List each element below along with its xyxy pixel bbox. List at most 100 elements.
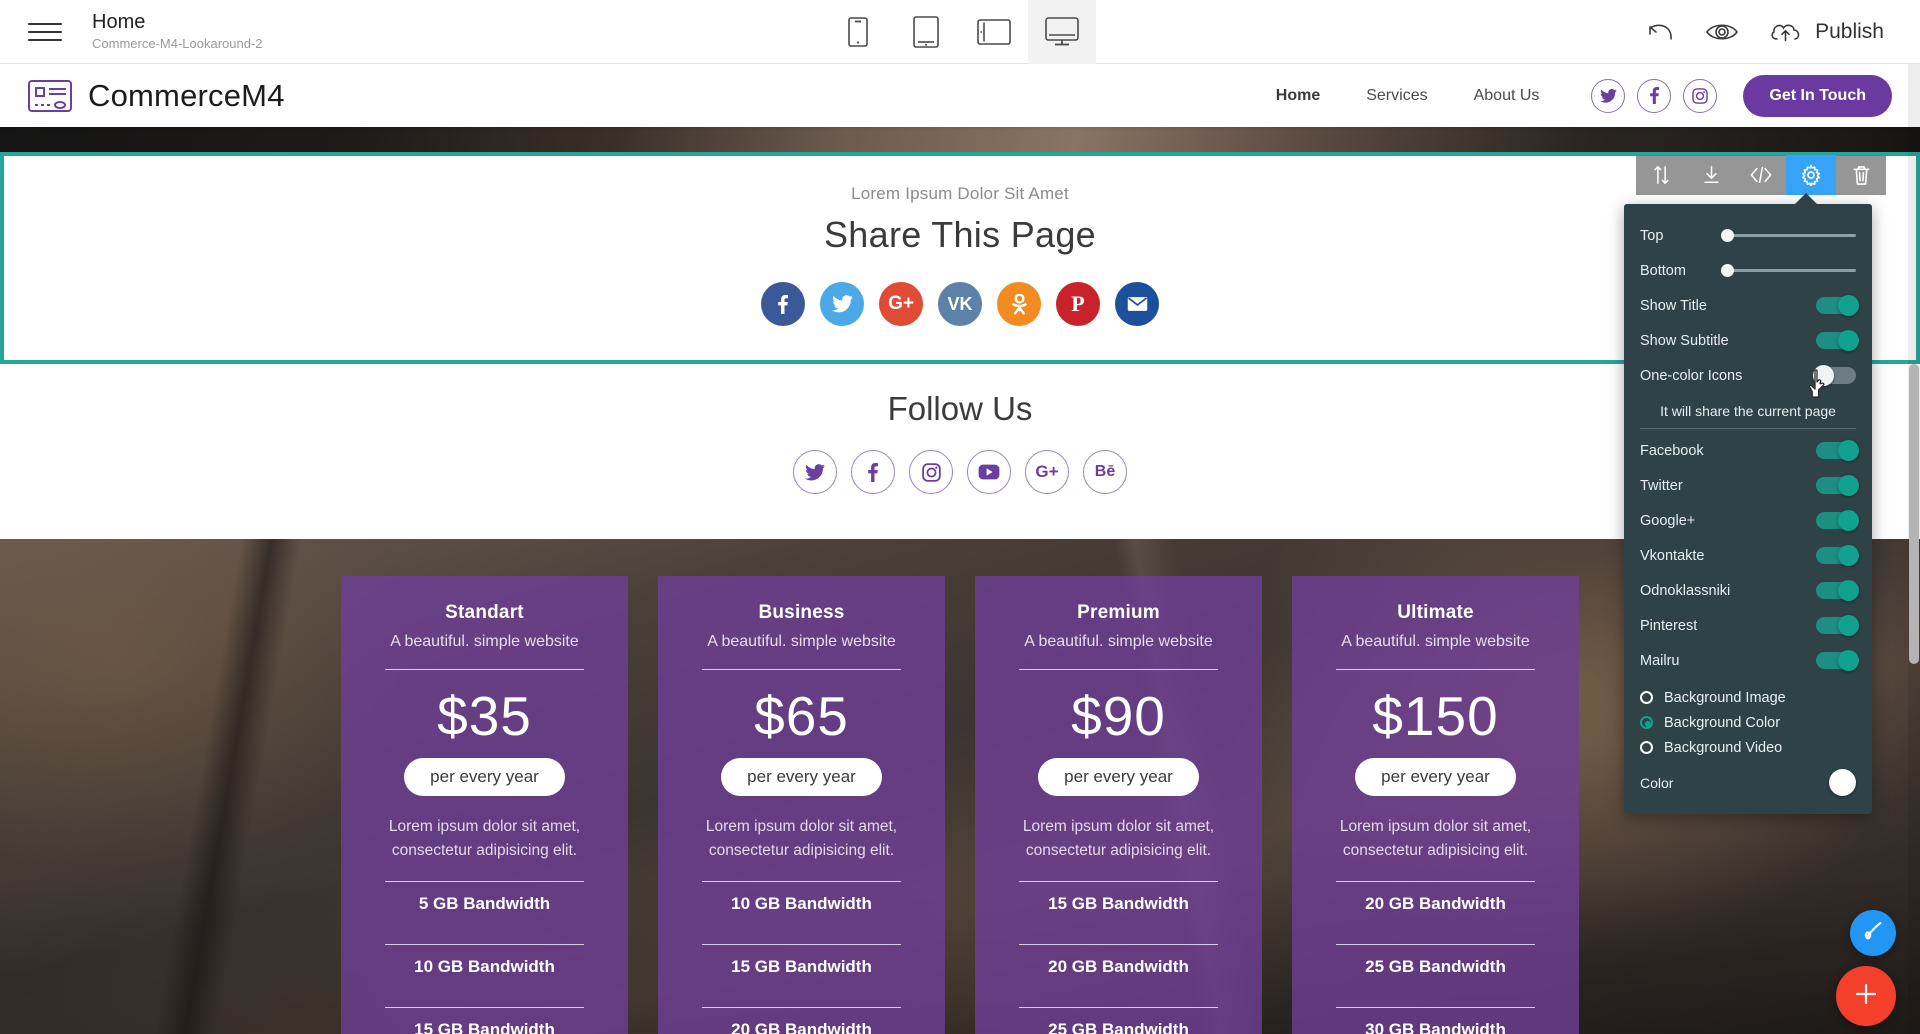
share-odnoklassniki-icon[interactable] [997,282,1041,326]
nav-link-services[interactable]: Services [1366,87,1427,105]
color-swatch[interactable] [1829,769,1856,796]
setting-label: Mailru [1640,652,1680,669]
edit-code-button[interactable] [1736,155,1786,195]
card-feature: 30 GB Bandwidth [1365,1020,1506,1034]
radio-background-video[interactable]: Background Video [1640,735,1856,760]
pinterest-toggle[interactable] [1816,615,1859,636]
follow-youtube-icon[interactable] [967,450,1011,494]
card-desc: A beautiful. simple website [707,633,896,650]
hero-photo-strip [0,127,1920,152]
follow-googleplus-icon[interactable]: G+ [1025,450,1069,494]
device-desktop-button[interactable] [1028,0,1096,64]
facebook-icon[interactable] [1637,78,1672,113]
menu-hamburger-icon[interactable] [28,17,62,47]
editor-root: Home Commerce-M4-Lookaround-2 Publish Co… [0,0,1920,1034]
card-divider [702,669,901,670]
card-feature: 5 GB Bandwidth [418,894,551,914]
pricing-card[interactable]: Premium A beautiful. simple website $90 … [975,576,1262,1034]
site-brand[interactable]: CommerceM4 [28,78,285,114]
delete-block-button[interactable] [1836,155,1886,195]
share-twitter-icon[interactable] [820,282,864,326]
setting-row-facebook: Facebook [1640,433,1859,468]
setting-row-show-subtitle: Show Subtitle [1640,323,1859,358]
facebook-toggle[interactable] [1816,440,1859,461]
card-lorem: Lorem ipsum dolor sit amet, consectetur … [1022,818,1215,860]
follow-behance-icon[interactable]: Bē [1083,450,1127,494]
pricing-card[interactable]: Standart A beautiful. simple website $35… [341,576,628,1034]
nav-link-home[interactable]: Home [1276,87,1320,105]
slider-knob[interactable] [1721,229,1734,242]
card-price: $35 [437,685,532,747]
share-mailru-icon[interactable] [1115,282,1159,326]
setting-row-show-title: Show Title [1640,288,1859,323]
undo-icon[interactable] [1645,20,1675,44]
add-block-fab[interactable] [1836,966,1896,1026]
card-title: Premium [1077,602,1160,623]
pricing-card[interactable]: Ultimate A beautiful. simple website $15… [1292,576,1579,1034]
one-color-icons-toggle[interactable] [1813,365,1856,386]
share-icons-row: G+ VK P [761,282,1159,326]
googleplus-toggle[interactable] [1816,510,1859,531]
panel-divider [1640,428,1856,429]
follow-twitter-icon[interactable] [793,450,837,494]
device-tablet-button[interactable] [892,0,960,64]
card-price: $150 [1372,685,1499,747]
nav-link-about-us[interactable]: About Us [1474,87,1540,105]
card-title: Business [758,602,845,623]
insert-block-button[interactable] [1686,155,1736,195]
page-meta: Home Commerce-M4-Lookaround-2 [92,11,263,52]
site-nav-right: Home Services About Us Get In Touch [1230,74,1892,117]
device-mobile-button[interactable] [824,0,892,64]
plus-icon [1852,980,1880,1013]
block-settings-gear-icon[interactable] [1786,155,1836,195]
radio-label: Background Video [1664,739,1783,756]
device-laptop-button[interactable] [960,0,1028,64]
get-in-touch-button[interactable]: Get In Touch [1743,74,1892,117]
setting-label: Odnoklassniki [1640,582,1731,599]
radio-background-color[interactable]: Background Color [1640,710,1856,735]
share-pinterest-icon[interactable]: P [1056,282,1100,326]
move-block-button[interactable] [1636,155,1686,195]
twitter-toggle[interactable] [1816,475,1859,496]
card-period: per every year [721,758,882,796]
radio-background-image[interactable]: Background Image [1640,685,1856,710]
slider-knob[interactable] [1721,264,1734,277]
follow-facebook-icon[interactable] [851,450,895,494]
odnoklassniki-toggle[interactable] [1816,580,1859,601]
project-name: Commerce-M4-Lookaround-2 [92,36,263,52]
setting-label: Top [1640,227,1664,244]
device-preview-switcher [824,0,1096,64]
share-googleplus-icon[interactable]: G+ [879,282,923,326]
editor-actions: Publish [1645,20,1884,44]
setting-label: Google+ [1640,512,1696,529]
card-period: per every year [1355,758,1516,796]
pricing-card[interactable]: Business A beautiful. simple website $65… [658,576,945,1034]
share-vkontakte-icon[interactable]: VK [938,282,982,326]
setting-row-one-color-icons: One-color Icons [1640,358,1856,393]
instagram-icon[interactable] [1683,78,1718,113]
site-nav-socials [1591,78,1718,113]
mailru-toggle[interactable] [1816,650,1859,671]
style-editor-fab[interactable] [1850,910,1896,956]
bottom-padding-slider[interactable] [1721,264,1856,277]
setting-label: Facebook [1640,442,1704,459]
card-id-icon [28,79,72,112]
card-title: Standart [445,602,524,623]
preview-eye-icon[interactable] [1705,20,1739,44]
scrollbar-thumb[interactable] [1909,364,1919,664]
page-scrollbar[interactable] [1908,64,1920,1034]
twitter-icon[interactable] [1591,78,1626,113]
show-title-toggle[interactable] [1816,295,1859,316]
share-facebook-icon[interactable] [761,282,805,326]
top-padding-slider[interactable] [1721,229,1856,242]
radio-icon [1640,741,1653,754]
follow-instagram-icon[interactable] [909,450,953,494]
show-subtitle-toggle[interactable] [1816,330,1859,351]
color-label: Color [1640,774,1674,791]
vkontakte-toggle[interactable] [1816,545,1859,566]
brush-icon [1862,920,1884,947]
card-feature: 10 GB Bandwidth [731,894,872,914]
publish-button[interactable]: Publish [1769,20,1884,44]
setting-row-vkontakte: Vkontakte [1640,538,1859,573]
card-period: per every year [404,758,565,796]
